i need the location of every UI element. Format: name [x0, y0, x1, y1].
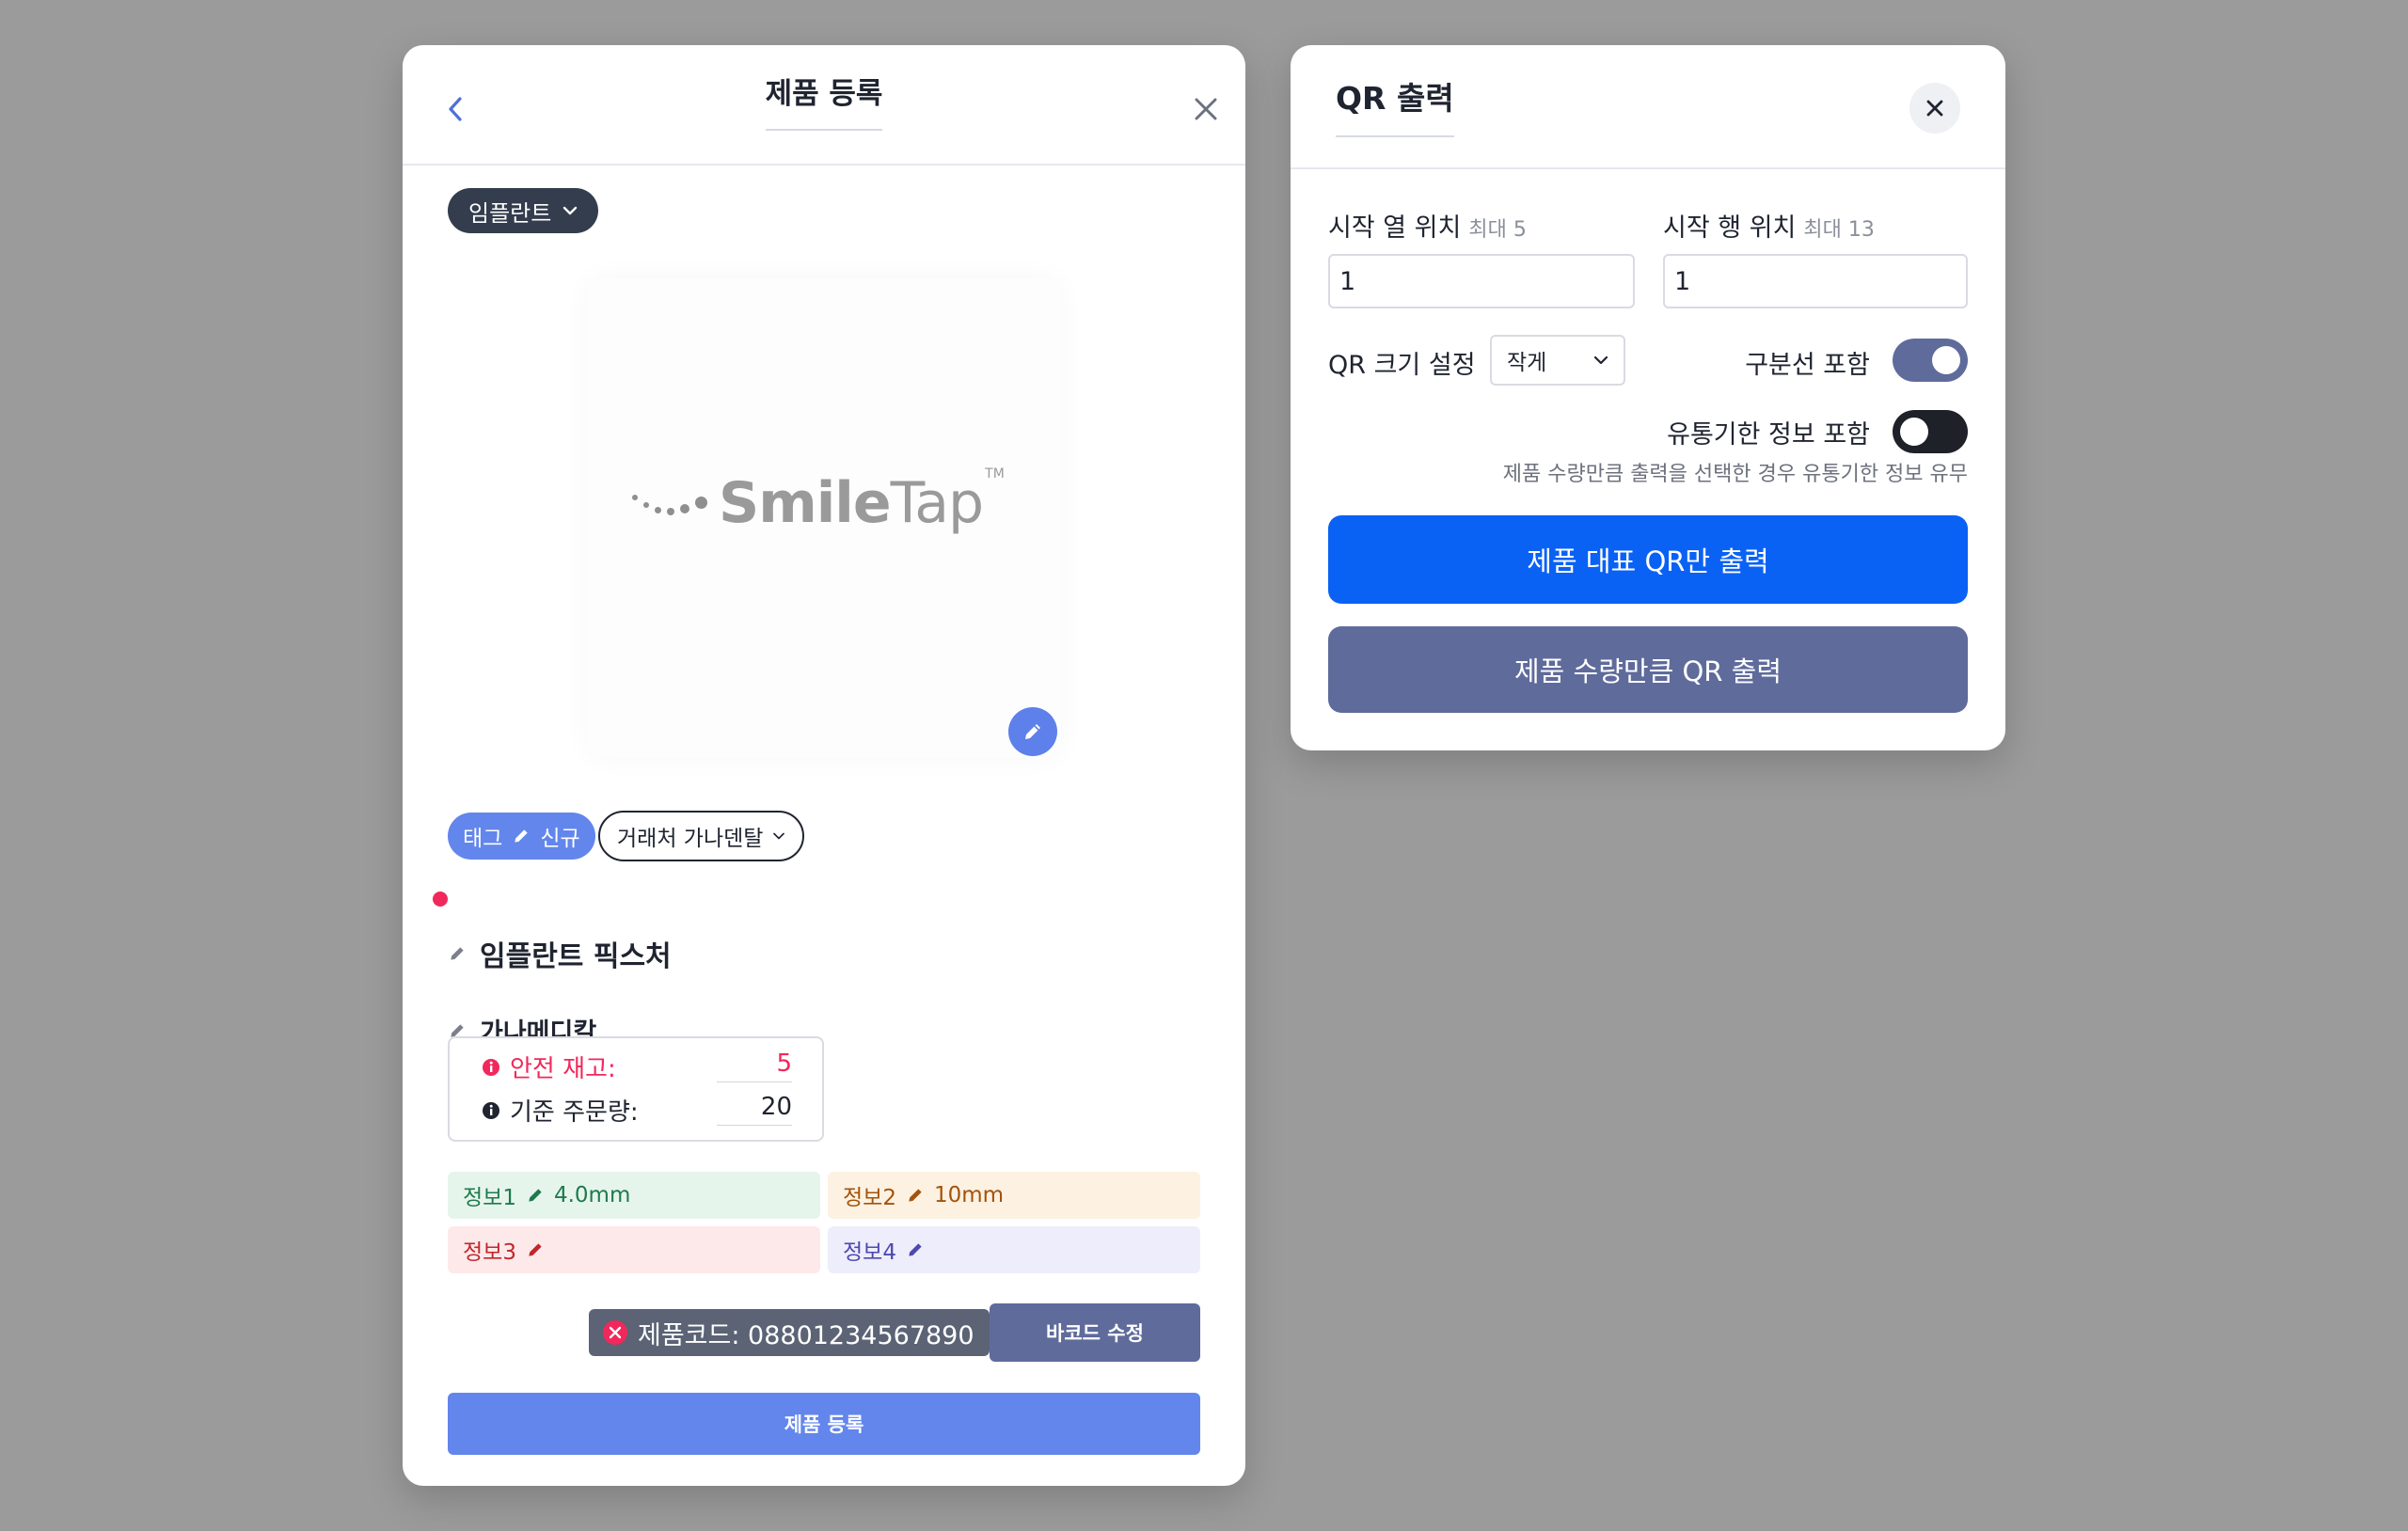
product-code: 제품코드: 08801234567890	[638, 1320, 974, 1350]
modal-header: 제품 등록	[403, 45, 1245, 166]
remove-code-icon[interactable]	[602, 1319, 628, 1346]
order-qty-input[interactable]: 20	[717, 1093, 792, 1126]
close-icon[interactable]	[1909, 83, 1960, 134]
info-label: 정보1	[463, 1186, 516, 1210]
info-value: 4.0mm	[553, 1183, 631, 1207]
pencil-icon	[529, 1243, 542, 1256]
start-row-label: 시작 행 위치 최대 13	[1663, 213, 1875, 243]
product-name: 임플란트 픽스처	[480, 940, 672, 973]
qr-size-label: QR 크기 설정	[1328, 351, 1476, 380]
expiry-label: 유통기한 정보 포함	[1667, 420, 1870, 450]
print-representative-qr-button[interactable]: 제품 대표 QR만 출력	[1328, 515, 1968, 604]
safety-stock-row: 안전 재고:	[482, 1050, 616, 1084]
register-product-button[interactable]: 제품 등록	[448, 1393, 1200, 1455]
toggle-knob	[1932, 346, 1960, 374]
qr-size-value: 작게	[1507, 351, 1547, 375]
close-icon[interactable]	[1181, 85, 1230, 134]
qr-size-select[interactable]: 작게	[1490, 335, 1625, 386]
modal-header: QR 출력	[1291, 45, 2005, 169]
info-4-field[interactable]: 정보4	[828, 1226, 1200, 1273]
product-image[interactable]: SmileTap TM	[587, 278, 1061, 758]
start-col-input[interactable]: 1	[1328, 254, 1635, 308]
chevron-down-icon	[773, 832, 785, 840]
tag-chip[interactable]: 태그 신규	[448, 813, 595, 860]
pencil-icon	[909, 1189, 922, 1202]
smiletap-logo: SmileTap TM	[632, 466, 1005, 536]
product-name-field[interactable]: 임플란트 픽스처	[448, 933, 672, 974]
tag-value: 신규	[540, 827, 580, 851]
info-label: 정보4	[843, 1240, 896, 1265]
info-label: 정보3	[463, 1240, 516, 1265]
info-icon	[483, 1101, 499, 1119]
stock-box: 안전 재고: 5 기준 주문량: 20	[448, 1036, 824, 1142]
divider-toggle[interactable]	[1893, 339, 1968, 382]
qr-print-modal: QR 출력 시작 열 위치 최대 5 1 시작 행 위치 최대 13 1 QR 크기…	[1291, 45, 2005, 750]
divider-label: 구분선 포함	[1745, 351, 1870, 380]
edit-image-button[interactable]	[1008, 707, 1057, 756]
edit-barcode-button[interactable]: 바코드 수정	[990, 1303, 1200, 1362]
print-quantity-qr-button[interactable]: 제품 수량만큼 QR 출력	[1328, 626, 1968, 713]
info-1-field[interactable]: 정보1 4.0mm	[448, 1172, 820, 1219]
info-icon	[483, 1058, 499, 1076]
pencil-icon	[529, 1189, 542, 1202]
page-title: 제품 등록	[403, 70, 1245, 131]
logo-dots	[632, 489, 707, 517]
info-value: 10mm	[933, 1183, 1005, 1207]
pencil-icon	[515, 829, 528, 843]
chevron-down-icon	[563, 206, 578, 215]
expiry-toggle[interactable]	[1893, 410, 1968, 453]
chevron-down-icon	[1593, 355, 1608, 365]
supplier-label: 거래처 가나덴탈	[617, 827, 764, 851]
product-code-chip: 제품코드: 08801234567890	[589, 1309, 990, 1356]
supplier-dropdown[interactable]: 거래처 가나덴탈	[598, 811, 805, 861]
required-indicator	[433, 892, 448, 907]
info-3-field[interactable]: 정보3	[448, 1226, 820, 1273]
info-2-field[interactable]: 정보2 10mm	[828, 1172, 1200, 1219]
safety-stock-label: 안전 재고:	[510, 1055, 616, 1083]
category-dropdown[interactable]: 임플란트	[448, 188, 599, 233]
category-label: 임플란트	[468, 199, 552, 227]
pencil-icon	[1025, 724, 1040, 739]
info-label: 정보2	[843, 1186, 896, 1210]
pencil-icon	[451, 947, 464, 960]
order-qty-row: 기준 주문량:	[482, 1093, 639, 1128]
tag-label: 태그	[463, 827, 503, 851]
order-qty-label: 기준 주문량:	[510, 1098, 639, 1127]
product-register-modal: 제품 등록 임플란트 SmileTap TM 태그 신규 거래처 가나덴탈 임플…	[403, 45, 1245, 1486]
safety-stock-input[interactable]: 5	[717, 1050, 792, 1082]
toggle-knob	[1900, 418, 1928, 446]
pencil-icon	[909, 1243, 922, 1256]
start-col-label: 시작 열 위치 최대 5	[1328, 213, 1527, 243]
qr-modal-title: QR 출력	[1336, 73, 1454, 137]
expiry-hint: 제품 수량만큼 출력을 선택한 경우 유통기한 정보 유무	[1502, 463, 1968, 486]
start-row-input[interactable]: 1	[1663, 254, 1968, 308]
